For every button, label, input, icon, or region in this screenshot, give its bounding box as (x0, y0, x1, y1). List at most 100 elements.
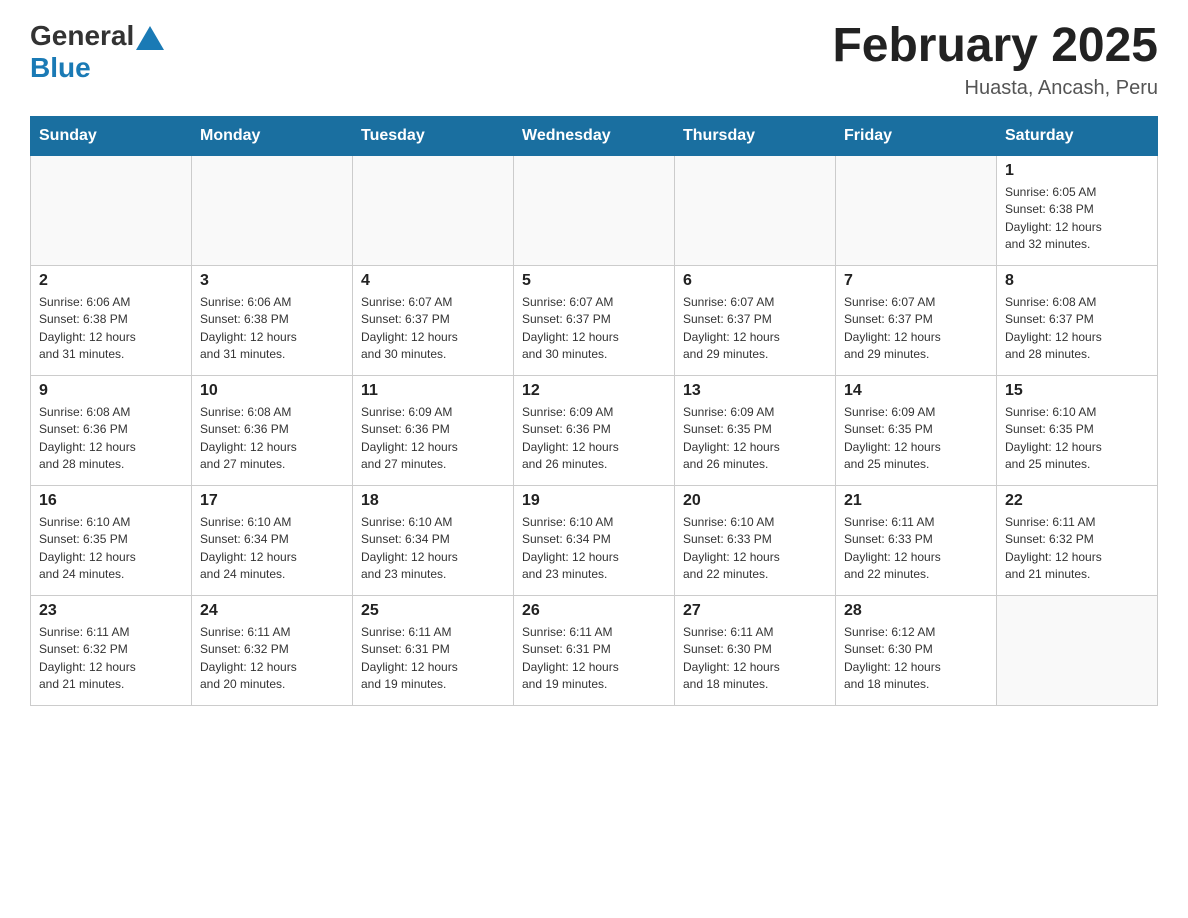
week-row-5: 23Sunrise: 6:11 AMSunset: 6:32 PMDayligh… (31, 595, 1158, 705)
weekday-header-saturday: Saturday (997, 116, 1158, 155)
calendar-cell: 26 Sunrise: 6:11 AMSunset: 6:31 PMDayligh… (514, 595, 675, 705)
day-number: 13 (683, 382, 827, 400)
day-number: 3 (200, 272, 344, 290)
day-number: 12 (522, 382, 666, 400)
day-info: Sunrise: 6:06 AMSunset: 6:38 PMDaylight:… (200, 294, 344, 364)
calendar-cell: 15 Sunrise: 6:10 AMSunset: 6:35 PMDayligh… (997, 375, 1158, 485)
day-info: Sunrise: 6:10 AMSunset: 6:35 PMDaylight:… (1005, 404, 1149, 474)
day-number: 16 (39, 492, 183, 510)
calendar-cell: 6 Sunrise: 6:07 AMSunset: 6:37 PMDaylight… (675, 265, 836, 375)
calendar-cell (353, 155, 514, 265)
day-number: 6 (683, 272, 827, 290)
day-info: Sunrise: 6:09 AMSunset: 6:36 PMDaylight:… (361, 404, 505, 474)
day-number: 25 (361, 602, 505, 620)
calendar-cell: 1Sunrise: 6:05 AMSunset: 6:38 PMDaylight… (997, 155, 1158, 265)
day-info: Sunrise: 6:12 AMSunset: 6:30 PMDaylight:… (844, 624, 988, 694)
day-info: Sunrise: 6:07 AMSunset: 6:37 PMDaylight:… (683, 294, 827, 364)
calendar-cell (31, 155, 192, 265)
calendar-cell: 17 Sunrise: 6:10 AMSunset: 6:34 PMDayligh… (192, 485, 353, 595)
calendar-cell (514, 155, 675, 265)
day-info: Sunrise: 6:06 AMSunset: 6:38 PMDaylight:… (39, 294, 183, 364)
day-info: Sunrise: 6:11 AMSunset: 6:32 PMDaylight:… (39, 624, 183, 694)
day-info: Sunrise: 6:08 AMSunset: 6:36 PMDaylight:… (200, 404, 344, 474)
calendar-cell (675, 155, 836, 265)
day-info: Sunrise: 6:11 AMSunset: 6:33 PMDaylight:… (844, 514, 988, 584)
day-info: Sunrise: 6:07 AMSunset: 6:37 PMDaylight:… (361, 294, 505, 364)
calendar-cell: 25 Sunrise: 6:11 AMSunset: 6:31 PMDayligh… (353, 595, 514, 705)
weekday-header-thursday: Thursday (675, 116, 836, 155)
day-number: 19 (522, 492, 666, 510)
calendar-cell: 23Sunrise: 6:11 AMSunset: 6:32 PMDayligh… (31, 595, 192, 705)
day-number: 11 (361, 382, 505, 400)
logo-triangle-icon (136, 26, 164, 50)
calendar-cell: 4 Sunrise: 6:07 AMSunset: 6:37 PMDaylight… (353, 265, 514, 375)
page-header: General Blue February 2025 Huasta, Ancas… (30, 20, 1158, 100)
calendar-cell: 22 Sunrise: 6:11 AMSunset: 6:32 PMDayligh… (997, 485, 1158, 595)
day-number: 15 (1005, 382, 1149, 400)
calendar-table: SundayMondayTuesdayWednesdayThursdayFrid… (30, 116, 1158, 706)
day-number: 7 (844, 272, 988, 290)
calendar-cell: 10 Sunrise: 6:08 AMSunset: 6:36 PMDayligh… (192, 375, 353, 485)
day-number: 21 (844, 492, 988, 510)
calendar-subtitle: Huasta, Ancash, Peru (832, 77, 1158, 100)
weekday-header-friday: Friday (836, 116, 997, 155)
day-info: Sunrise: 6:09 AMSunset: 6:36 PMDaylight:… (522, 404, 666, 474)
day-info: Sunrise: 6:05 AMSunset: 6:38 PMDaylight:… (1005, 184, 1149, 254)
calendar-cell: 28 Sunrise: 6:12 AMSunset: 6:30 PMDayligh… (836, 595, 997, 705)
day-number: 8 (1005, 272, 1149, 290)
weekday-header-row: SundayMondayTuesdayWednesdayThursdayFrid… (31, 116, 1158, 155)
calendar-cell: 12 Sunrise: 6:09 AMSunset: 6:36 PMDayligh… (514, 375, 675, 485)
day-info: Sunrise: 6:11 AMSunset: 6:31 PMDaylight:… (522, 624, 666, 694)
day-info: Sunrise: 6:10 AMSunset: 6:33 PMDaylight:… (683, 514, 827, 584)
calendar-title: February 2025 (832, 20, 1158, 73)
calendar-cell: 11 Sunrise: 6:09 AMSunset: 6:36 PMDayligh… (353, 375, 514, 485)
weekday-header-wednesday: Wednesday (514, 116, 675, 155)
calendar-cell: 7 Sunrise: 6:07 AMSunset: 6:37 PMDaylight… (836, 265, 997, 375)
day-number: 22 (1005, 492, 1149, 510)
calendar-cell: 24Sunrise: 6:11 AMSunset: 6:32 PMDayligh… (192, 595, 353, 705)
day-number: 4 (361, 272, 505, 290)
calendar-cell: 14 Sunrise: 6:09 AMSunset: 6:35 PMDayligh… (836, 375, 997, 485)
week-row-3: 9 Sunrise: 6:08 AMSunset: 6:36 PMDaylight… (31, 375, 1158, 485)
logo-text-blue: Blue (30, 52, 91, 84)
day-info: Sunrise: 6:11 AMSunset: 6:30 PMDaylight:… (683, 624, 827, 694)
day-info: Sunrise: 6:07 AMSunset: 6:37 PMDaylight:… (522, 294, 666, 364)
day-number: 14 (844, 382, 988, 400)
calendar-cell: 9 Sunrise: 6:08 AMSunset: 6:36 PMDaylight… (31, 375, 192, 485)
day-info: Sunrise: 6:11 AMSunset: 6:32 PMDaylight:… (200, 624, 344, 694)
day-number: 26 (522, 602, 666, 620)
calendar-cell: 3 Sunrise: 6:06 AMSunset: 6:38 PMDaylight… (192, 265, 353, 375)
day-info: Sunrise: 6:10 AMSunset: 6:34 PMDaylight:… (200, 514, 344, 584)
week-row-4: 16 Sunrise: 6:10 AMSunset: 6:35 PMDayligh… (31, 485, 1158, 595)
title-area: February 2025 Huasta, Ancash, Peru (832, 20, 1158, 100)
calendar-cell: 18Sunrise: 6:10 AMSunset: 6:34 PMDayligh… (353, 485, 514, 595)
week-row-1: 1Sunrise: 6:05 AMSunset: 6:38 PMDaylight… (31, 155, 1158, 265)
day-number: 10 (200, 382, 344, 400)
calendar-cell: 16 Sunrise: 6:10 AMSunset: 6:35 PMDayligh… (31, 485, 192, 595)
day-info: Sunrise: 6:10 AMSunset: 6:35 PMDaylight:… (39, 514, 183, 584)
day-number: 28 (844, 602, 988, 620)
day-number: 9 (39, 382, 183, 400)
day-info: Sunrise: 6:09 AMSunset: 6:35 PMDaylight:… (844, 404, 988, 474)
day-info: Sunrise: 6:11 AMSunset: 6:32 PMDaylight:… (1005, 514, 1149, 584)
day-number: 2 (39, 272, 183, 290)
calendar-cell: 5Sunrise: 6:07 AMSunset: 6:37 PMDaylight… (514, 265, 675, 375)
day-info: Sunrise: 6:07 AMSunset: 6:37 PMDaylight:… (844, 294, 988, 364)
day-number: 18 (361, 492, 505, 510)
calendar-cell: 2 Sunrise: 6:06 AMSunset: 6:38 PMDaylight… (31, 265, 192, 375)
weekday-header-monday: Monday (192, 116, 353, 155)
day-info: Sunrise: 6:09 AMSunset: 6:35 PMDaylight:… (683, 404, 827, 474)
day-info: Sunrise: 6:10 AMSunset: 6:34 PMDaylight:… (522, 514, 666, 584)
calendar-cell: 20Sunrise: 6:10 AMSunset: 6:33 PMDayligh… (675, 485, 836, 595)
calendar-cell: 21 Sunrise: 6:11 AMSunset: 6:33 PMDayligh… (836, 485, 997, 595)
day-info: Sunrise: 6:11 AMSunset: 6:31 PMDaylight:… (361, 624, 505, 694)
day-number: 27 (683, 602, 827, 620)
calendar-cell: 8Sunrise: 6:08 AMSunset: 6:37 PMDaylight… (997, 265, 1158, 375)
day-number: 17 (200, 492, 344, 510)
calendar-cell (836, 155, 997, 265)
weekday-header-sunday: Sunday (31, 116, 192, 155)
calendar-cell: 13 Sunrise: 6:09 AMSunset: 6:35 PMDayligh… (675, 375, 836, 485)
calendar-cell: 19 Sunrise: 6:10 AMSunset: 6:34 PMDayligh… (514, 485, 675, 595)
day-info: Sunrise: 6:08 AMSunset: 6:36 PMDaylight:… (39, 404, 183, 474)
calendar-cell (192, 155, 353, 265)
